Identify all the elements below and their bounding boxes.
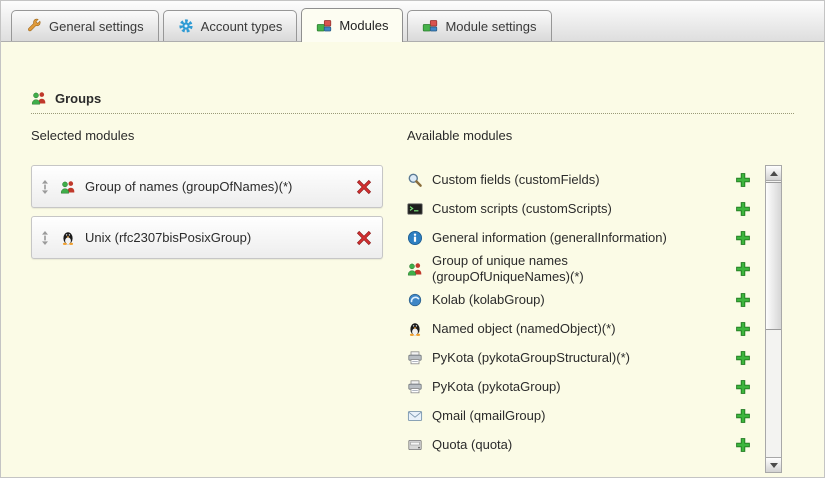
wrench-icon: [26, 18, 42, 34]
magnifier-icon: [407, 172, 423, 188]
group-icon: [407, 261, 423, 277]
module-label: PyKota (pykotaGroupStructural)(*): [432, 350, 706, 366]
available-module-row: Qmail (qmailGroup): [407, 401, 794, 430]
selected-module-row[interactable]: Group of names (groupOfNames)(*): [31, 165, 383, 208]
available-module-row: Kolab (kolabGroup): [407, 285, 794, 314]
drag-handle-icon[interactable]: [40, 179, 50, 195]
available-module-row: PyKota (pykotaGroupStructural)(*): [407, 343, 794, 372]
available-module-row: Quota (quota): [407, 430, 794, 459]
groups-section-heading: Groups: [31, 90, 794, 114]
module-label: Custom fields (customFields): [432, 172, 706, 188]
group-icon: [60, 179, 76, 195]
disk-icon: [407, 437, 423, 453]
add-module-button[interactable]: [735, 379, 750, 394]
triangle-up-icon: [770, 171, 778, 176]
selected-module-row[interactable]: Unix (rfc2307bisPosixGroup): [31, 216, 383, 259]
gear-icon: [178, 18, 194, 34]
scroll-up-button[interactable]: [766, 166, 781, 181]
tab-general-settings[interactable]: General settings: [11, 10, 159, 41]
module-label: Qmail (qmailGroup): [432, 408, 706, 424]
triangle-down-icon: [770, 463, 778, 468]
available-module-row: Group of unique names (groupOfUniqueName…: [407, 252, 794, 285]
terminal-icon: [407, 201, 423, 217]
module-label: Group of names (groupOfNames)(*): [85, 179, 356, 194]
available-modules-list: Custom fields (customFields) Custom scri…: [407, 165, 794, 459]
delete-module-button[interactable]: [356, 179, 372, 195]
delete-module-button[interactable]: [356, 230, 372, 246]
add-plus-icon: [735, 292, 751, 308]
add-module-button[interactable]: [735, 172, 750, 187]
add-module-button[interactable]: [735, 350, 750, 365]
add-plus-icon: [735, 350, 751, 366]
group-icon: [31, 90, 47, 106]
tab-label: General settings: [49, 19, 144, 34]
module-label: Custom scripts (customScripts): [432, 201, 706, 217]
module-label: Unix (rfc2307bisPosixGroup): [85, 230, 356, 245]
drag-handle-icon[interactable]: [40, 230, 50, 246]
tux-icon: [407, 321, 423, 337]
module-label: PyKota (pykotaGroup): [432, 379, 706, 395]
module-label: Group of unique names (groupOfUniqueName…: [432, 253, 706, 284]
scroll-down-button[interactable]: [766, 457, 781, 472]
tab-account-types[interactable]: Account types: [163, 10, 298, 41]
printer-icon: [407, 379, 423, 395]
add-module-button[interactable]: [735, 292, 750, 307]
module-settings-icon: [422, 18, 438, 34]
add-plus-icon: [735, 379, 751, 395]
add-plus-icon: [735, 172, 751, 188]
delete-x-icon: [356, 230, 372, 246]
available-module-row: Custom scripts (customScripts): [407, 194, 794, 223]
available-modules-column: Available modules Custom fields (customF…: [407, 128, 794, 459]
tab-module-settings[interactable]: Module settings: [407, 10, 551, 41]
add-plus-icon: [735, 437, 751, 453]
module-label: Kolab (kolabGroup): [432, 292, 706, 308]
add-plus-icon: [735, 201, 751, 217]
selected-modules-column: Selected modules Group of names (groupOf…: [31, 128, 383, 459]
lam-config-page: General settings Account types Modules M…: [0, 0, 825, 478]
selected-modules-title: Selected modules: [31, 128, 383, 143]
add-plus-icon: [735, 321, 751, 337]
tab-bar: General settings Account types Modules M…: [1, 1, 824, 42]
delete-x-icon: [356, 179, 372, 195]
available-module-row: Named object (namedObject)(*): [407, 314, 794, 343]
scroll-thumb[interactable]: [766, 182, 781, 330]
add-module-button[interactable]: [735, 261, 750, 276]
module-label: Quota (quota): [432, 437, 706, 453]
available-module-row: PyKota (pykotaGroup): [407, 372, 794, 401]
mail-icon: [407, 408, 423, 424]
add-module-button[interactable]: [735, 201, 750, 216]
kolab-icon: [407, 292, 423, 308]
tab-modules[interactable]: Modules: [301, 8, 403, 42]
add-plus-icon: [735, 261, 751, 277]
section-title: Groups: [55, 91, 101, 106]
modules-tab-panel: Groups Selected modules Group of names (…: [1, 42, 824, 459]
available-modules-title: Available modules: [407, 128, 794, 143]
add-module-button[interactable]: [735, 437, 750, 452]
tab-label: Account types: [201, 19, 283, 34]
scrollbar[interactable]: [765, 165, 782, 473]
add-module-button[interactable]: [735, 321, 750, 336]
module-label: Named object (namedObject)(*): [432, 321, 706, 337]
tux-icon: [60, 230, 76, 246]
module-label: General information (generalInformation): [432, 230, 706, 246]
add-plus-icon: [735, 230, 751, 246]
add-module-button[interactable]: [735, 408, 750, 423]
printer-icon: [407, 350, 423, 366]
module-columns: Selected modules Group of names (groupOf…: [31, 128, 794, 459]
available-module-row: General information (generalInformation): [407, 223, 794, 252]
modules-icon: [316, 18, 332, 34]
add-module-button[interactable]: [735, 230, 750, 245]
tab-label: Module settings: [445, 19, 536, 34]
info-icon: [407, 230, 423, 246]
add-plus-icon: [735, 408, 751, 424]
tab-label: Modules: [339, 18, 388, 33]
available-module-row: Custom fields (customFields): [407, 165, 794, 194]
